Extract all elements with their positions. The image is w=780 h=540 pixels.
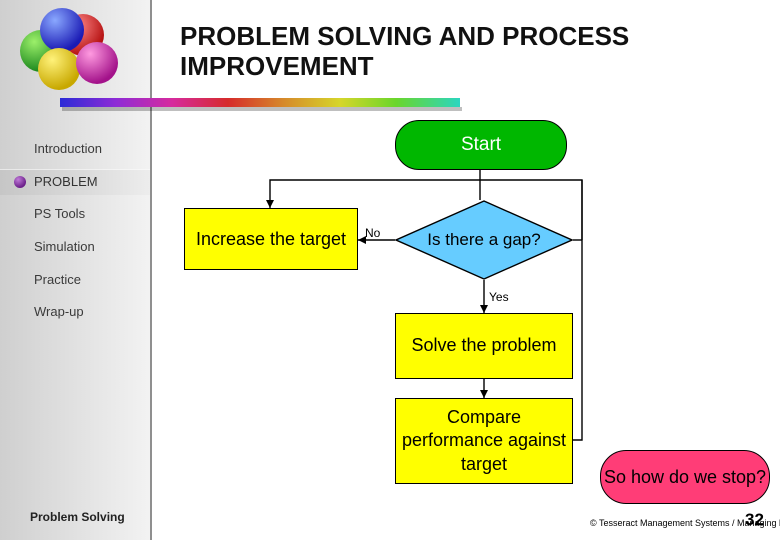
sidebar-item-label: PROBLEM	[34, 174, 98, 189]
node-start[interactable]: Start	[395, 120, 567, 170]
sidebar-item-label: PS Tools	[34, 206, 86, 221]
node-decision-gap-label: Is there a gap?	[427, 229, 541, 249]
logo	[18, 8, 126, 96]
node-compare-performance-label: Compare performance against target	[401, 406, 567, 474]
sidebar-item-introduction[interactable]: Introduction	[34, 141, 102, 156]
flowchart: Start Increase the target Is there a gap…	[152, 0, 780, 540]
sidebar-item-label: Wrap-up	[34, 304, 84, 319]
node-increase-target-label: Increase the target	[195, 228, 347, 249]
bullet-icon	[14, 176, 26, 188]
sidebar-footer-label: Problem Solving	[30, 510, 125, 524]
node-so-how-do-we-stop[interactable]: So how do we stop?	[600, 450, 770, 504]
edge-label-yes: Yes	[489, 290, 509, 304]
sidebar-item-label: Introduction	[34, 141, 102, 156]
logo-ball-magenta	[76, 42, 118, 84]
sidebar-item-label: Practice	[34, 272, 81, 287]
sidebar-item-ps-tools[interactable]: PS Tools	[34, 206, 85, 221]
sidebar-item-simulation[interactable]: Simulation	[34, 239, 95, 254]
sidebar-item-wrap-up[interactable]: Wrap-up	[34, 304, 84, 319]
node-start-label: Start	[460, 134, 502, 155]
node-compare-performance[interactable]: Compare performance against target	[395, 398, 573, 484]
sidebar-item-label: Simulation	[34, 239, 95, 254]
sidebar-item-practice[interactable]: Practice	[34, 272, 81, 287]
sidebar-item-problem[interactable]: PROBLEM	[0, 169, 150, 195]
node-solve-problem-label: Solve the problem	[411, 335, 557, 356]
edge-label-no: No	[365, 226, 381, 240]
logo-ball-yellow	[38, 48, 80, 90]
node-so-how-do-we-stop-label: So how do we stop?	[603, 466, 767, 487]
page-number: 32	[745, 510, 764, 529]
node-solve-problem[interactable]: Solve the problem	[395, 313, 573, 379]
node-increase-target[interactable]: Increase the target	[184, 208, 358, 270]
node-decision-gap[interactable]: Is there a gap?	[395, 200, 573, 280]
logo-ball-blue	[40, 8, 84, 52]
